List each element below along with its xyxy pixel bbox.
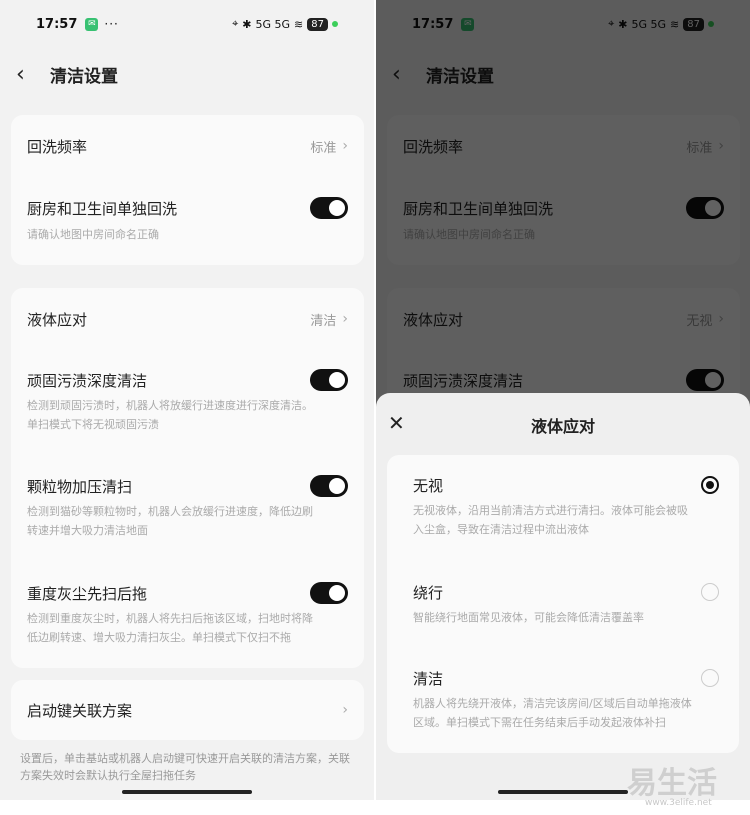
row-kitchen-bath-rewash: 厨房和卫生间单独回洗 bbox=[27, 197, 348, 219]
watermark-url: www.3elife.net bbox=[645, 798, 712, 808]
row-liquid-handling[interactable]: 液体应对 清洁 › bbox=[27, 308, 348, 330]
bluetooth-icon: ✱ bbox=[242, 17, 252, 31]
option-ignore-desc-1: 无视液体，沿用当前清洁方式进行清扫。液体可能会被吸 bbox=[413, 504, 688, 517]
liquid-handling-sheet: ✕ 液体应对 无视 无视液体，沿用当前清洁方式进行清扫。液体可能会被吸 入尘盒，… bbox=[376, 393, 750, 800]
deep-stain-desc-1: 检测到顽固污渍时，机器人将放缓行进速度进行深度清洁。 bbox=[27, 399, 313, 412]
liquid-handling-label: 液体应对 bbox=[27, 310, 88, 329]
rewash-frequency-value: 标准 bbox=[310, 140, 337, 156]
heavy-dust-toggle[interactable] bbox=[310, 582, 348, 604]
option-clean-desc-2: 区域。单扫模式下需在任务结束后手动发起液体补扫 bbox=[413, 716, 666, 729]
option-clean-desc-1: 机器人将先绕开液体，清洁完该房间/区域后自动单拖液体 bbox=[413, 697, 692, 710]
row-deep-stain: 顽固污渍深度清洁 bbox=[27, 369, 348, 391]
deep-stain-label: 顽固污渍深度清洁 bbox=[27, 371, 148, 390]
option-ignore-title[interactable]: 无视 bbox=[413, 475, 443, 496]
heavy-dust-desc-1: 检测到重度灰尘时，机器人将先扫后拖该区域，扫地时将降 bbox=[27, 612, 313, 625]
chevron-right-icon: › bbox=[342, 702, 348, 718]
particle-pressure-toggle[interactable] bbox=[310, 475, 348, 497]
location-icon: ⌖ bbox=[232, 17, 239, 30]
more-notifications: ··· bbox=[104, 17, 119, 31]
liquid-handling-value: 清洁 bbox=[310, 313, 337, 329]
rewash-frequency-label: 回洗频率 bbox=[27, 137, 88, 156]
option-clean-title[interactable]: 清洁 bbox=[413, 668, 443, 689]
app-notification-icon: ✉ bbox=[85, 17, 99, 31]
footer-note: 设置后，单击基站或机器人启动键可快速开启关联的清洁方案，关联 方案失效时会默认执… bbox=[20, 750, 360, 784]
kitchen-bath-rewash-label: 厨房和卫生间单独回洗 bbox=[27, 199, 178, 218]
row-particle-pressure: 颗粒物加压清扫 bbox=[27, 475, 348, 497]
start-key-scheme-label: 启动键关联方案 bbox=[27, 701, 133, 720]
battery-level: 87 bbox=[307, 17, 328, 31]
particle-pressure-desc-2: 转速并增大吸力清洁地面 bbox=[27, 524, 148, 537]
kitchen-bath-rewash-desc: 请确认地图中房间命名正确 bbox=[27, 228, 159, 241]
heavy-dust-desc-2: 低边刷转速、增大吸力清扫灰尘。单扫模式下仅扫不拖 bbox=[27, 631, 291, 644]
liquid-options-list: 无视 无视液体，沿用当前清洁方式进行清扫。液体可能会被吸 入尘盒，导致在清洁过程… bbox=[387, 455, 739, 753]
home-indicator[interactable] bbox=[498, 790, 628, 794]
deep-stain-toggle[interactable] bbox=[310, 369, 348, 391]
network-label: 5G 5G bbox=[255, 17, 291, 31]
chevron-right-icon: › bbox=[342, 138, 348, 154]
wifi-icon: ≋ bbox=[294, 17, 304, 31]
option-avoid-radio[interactable] bbox=[701, 583, 719, 601]
particle-pressure-desc-1: 检测到猫砂等颗粒物时，机器人会放缓行进速度，降低边刷 bbox=[27, 505, 313, 518]
status-icons: ⌖ ✱ 5G 5G ≋ 87 bbox=[232, 17, 338, 31]
privacy-indicator bbox=[332, 21, 338, 27]
watermark-text: 易生活 bbox=[627, 766, 717, 801]
card-start-key: 启动键关联方案 › bbox=[11, 680, 364, 740]
heavy-dust-label: 重度灰尘先扫后拖 bbox=[27, 584, 148, 603]
row-heavy-dust: 重度灰尘先扫后拖 bbox=[27, 582, 348, 604]
option-avoid-desc: 智能绕行地面常见液体，可能会降低清洁覆盖率 bbox=[413, 611, 644, 624]
status-bar: 17:57 ✉ ··· ⌖ ✱ 5G 5G ≋ 87 bbox=[0, 10, 374, 38]
status-time: 17:57 bbox=[36, 16, 78, 32]
back-arrow-icon[interactable]: ‹ bbox=[16, 62, 46, 87]
row-start-key-scheme[interactable]: 启动键关联方案 › bbox=[27, 699, 348, 721]
watermark-logo: 易生活 www.3elife.net bbox=[627, 758, 747, 808]
chevron-right-icon: › bbox=[342, 311, 348, 327]
option-clean-radio[interactable] bbox=[701, 669, 719, 687]
page-title: 清洁设置 bbox=[50, 66, 118, 87]
row-rewash-frequency[interactable]: 回洗频率 标准 › bbox=[27, 135, 348, 157]
footer-note-line-2: 方案失效时会默认执行全屋扫拖任务 bbox=[20, 769, 196, 782]
particle-pressure-label: 颗粒物加压清扫 bbox=[27, 477, 133, 496]
card-rewash: 回洗频率 标准 › 厨房和卫生间单独回洗 请确认地图中房间命名正确 bbox=[11, 115, 364, 265]
footer-note-line-1: 设置后，单击基站或机器人启动键可快速开启关联的清洁方案，关联 bbox=[20, 752, 350, 765]
right-screen: 17:57 ✉ ⌖ ✱ 5G 5G ≋ 87 ‹ 清洁设置 回洗频率 标准 › … bbox=[376, 0, 750, 800]
left-screen: 17:57 ✉ ··· ⌖ ✱ 5G 5G ≋ 87 ‹ 清洁设置 回洗频率 标… bbox=[0, 0, 374, 800]
kitchen-bath-rewash-toggle[interactable] bbox=[310, 197, 348, 219]
card-cleaning-options: 液体应对 清洁 › 顽固污渍深度清洁 检测到顽固污渍时，机器人将放缓行进速度进行… bbox=[11, 288, 364, 668]
option-avoid-title[interactable]: 绕行 bbox=[413, 582, 443, 603]
nav-bar: ‹ 清洁设置 bbox=[16, 56, 118, 92]
home-indicator[interactable] bbox=[122, 790, 252, 794]
sheet-title: 液体应对 bbox=[530, 417, 595, 436]
deep-stain-desc-2: 单扫模式下将无视顽固污渍 bbox=[27, 418, 159, 431]
option-ignore-desc-2: 入尘盒，导致在清洁过程中流出液体 bbox=[413, 523, 589, 536]
option-ignore-radio[interactable] bbox=[701, 476, 719, 494]
